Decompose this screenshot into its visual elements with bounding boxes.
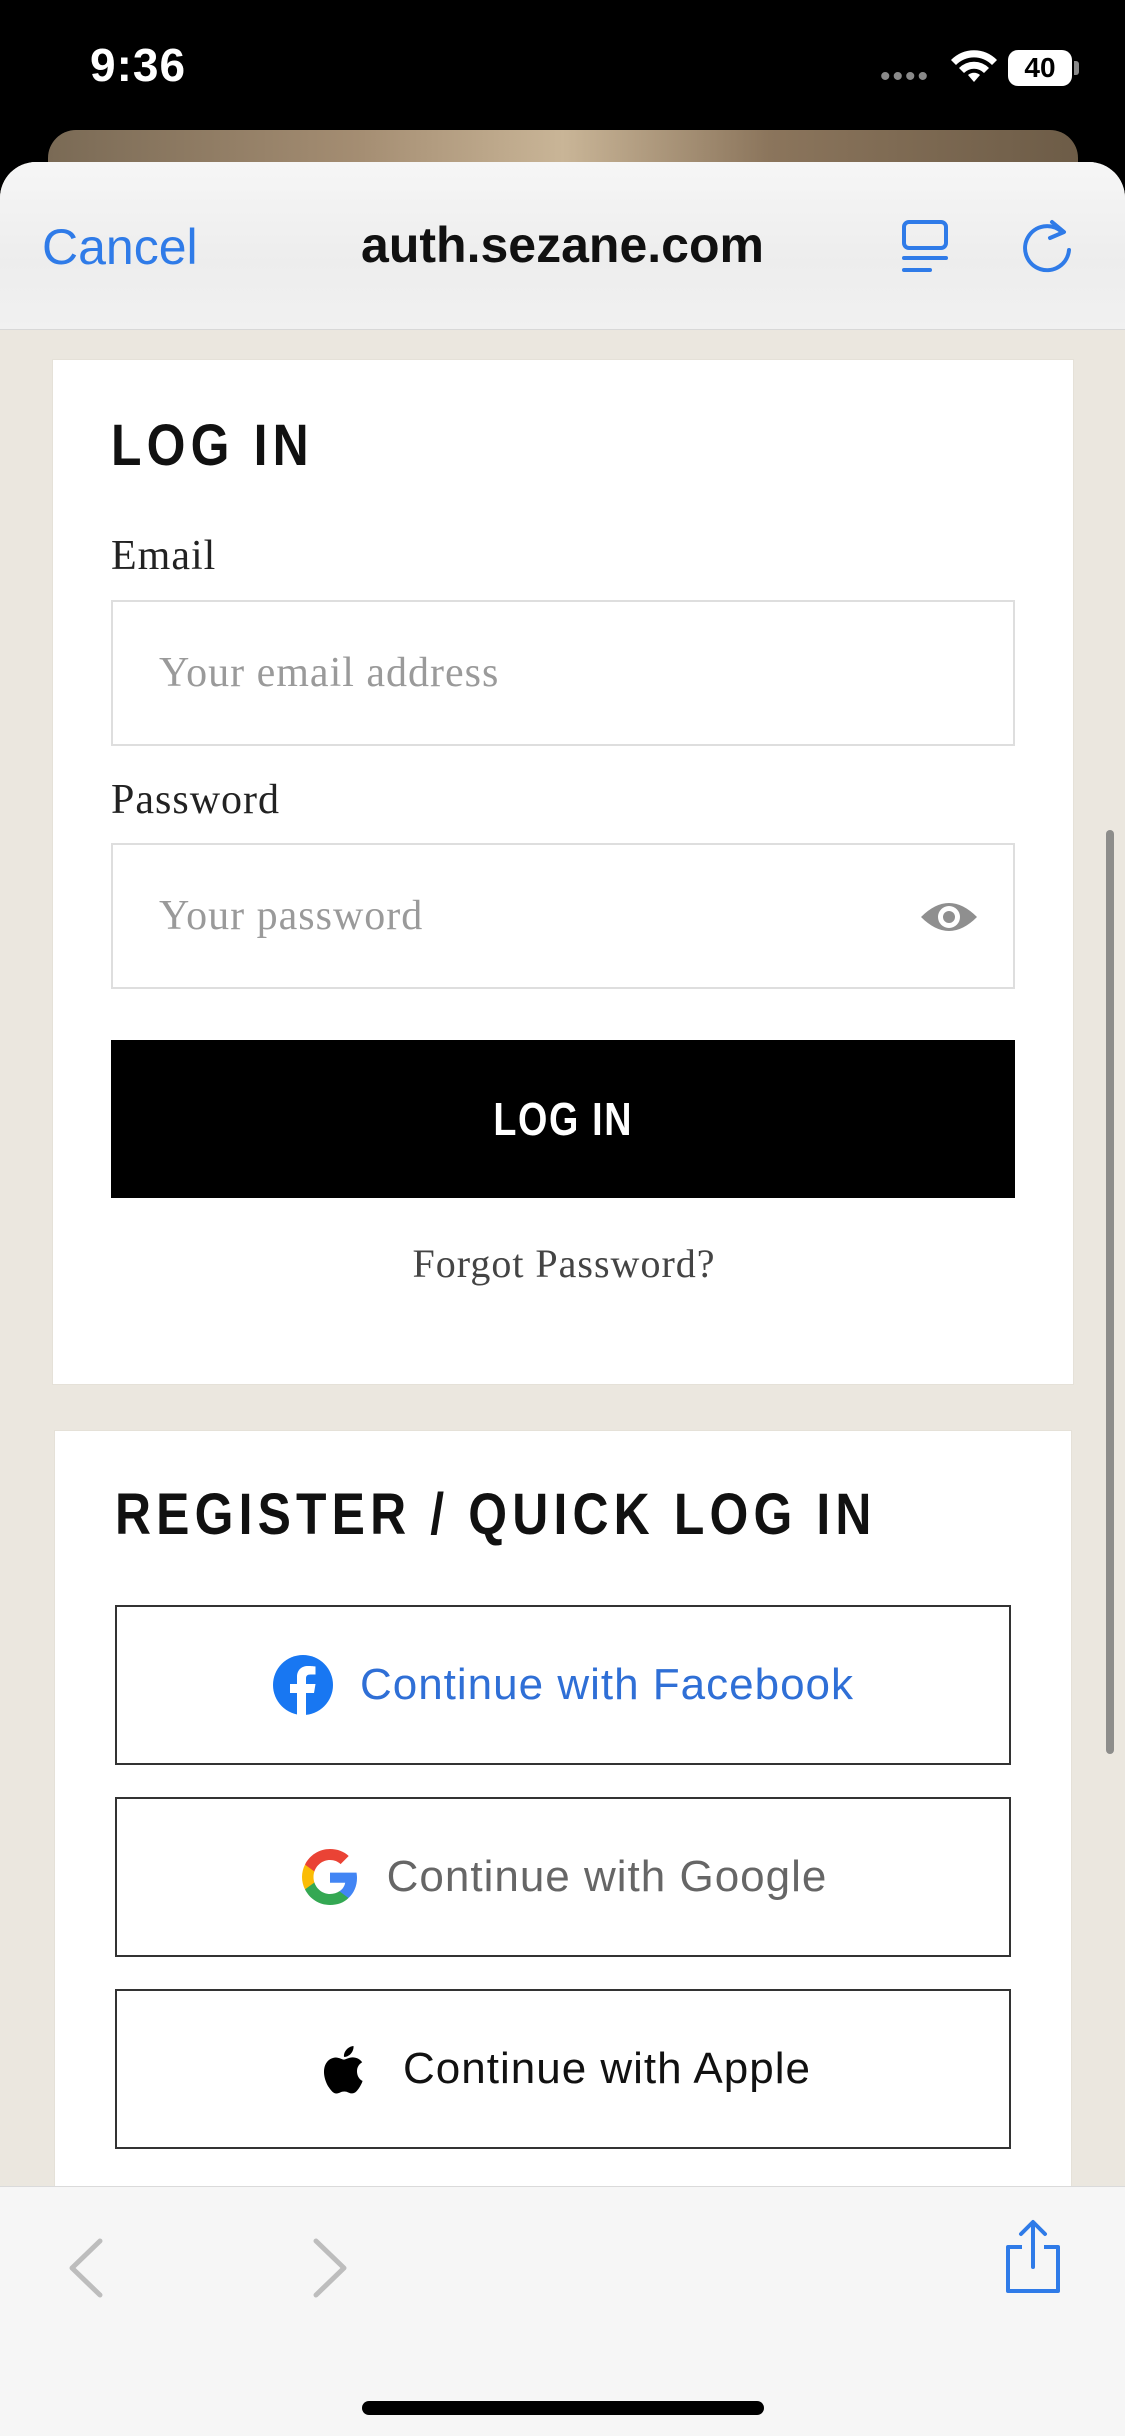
battery-icon: 40 (1008, 50, 1072, 86)
login-card: LOG IN Email Password LOG IN Forgot Pass… (52, 359, 1074, 1385)
status-time: 9:36 (90, 39, 187, 91)
facebook-button-label: Continue with Facebook (359, 1660, 855, 1709)
continue-with-facebook-button[interactable]: Continue with Facebook (115, 1605, 1011, 1765)
forgot-password-link[interactable]: Forgot Password? (53, 1240, 1075, 1287)
email-field-box (111, 600, 1015, 746)
browser-nav-bar: Cancel auth.sezane.com (0, 162, 1125, 330)
login-button-label: LOG IN (493, 1093, 633, 1145)
battery-tip (1074, 61, 1079, 75)
chevron-left-icon[interactable] (60, 2233, 114, 2303)
home-indicator[interactable] (362, 2401, 764, 2415)
scrollbar[interactable] (1106, 830, 1114, 1754)
reader-view-icon[interactable] (900, 218, 956, 278)
url-title: auth.sezane.com (361, 217, 764, 273)
reload-icon[interactable] (1016, 214, 1078, 276)
register-heading: REGISTER / QUICK LOG IN (115, 1482, 877, 1547)
password-field-box (111, 843, 1015, 989)
google-button-label: Continue with Google (386, 1852, 828, 1901)
email-field[interactable] (113, 602, 1013, 744)
continue-with-apple-button[interactable]: Continue with Apple (115, 1989, 1011, 2149)
login-button[interactable]: LOG IN (111, 1040, 1015, 1198)
continue-with-google-button[interactable]: Continue with Google (115, 1797, 1011, 1957)
password-label: Password (111, 777, 281, 823)
email-label: Email (111, 533, 217, 579)
google-icon (301, 1849, 357, 1905)
login-heading: LOG IN (111, 413, 314, 478)
wifi-icon (951, 50, 997, 82)
password-field[interactable] (113, 845, 1013, 987)
eye-icon[interactable] (919, 895, 979, 939)
apple-icon (324, 2046, 363, 2094)
apple-button-label: Continue with Apple (403, 2044, 811, 2093)
signal-icon: •••• (880, 60, 931, 93)
browser-toolbar (0, 2186, 1125, 2436)
browser-sheet: Cancel auth.sezane.com LOG IN Email Pass… (0, 162, 1125, 2436)
facebook-icon (272, 1655, 333, 1716)
share-icon[interactable] (1002, 2217, 1064, 2297)
chevron-right-icon[interactable] (302, 2233, 356, 2303)
